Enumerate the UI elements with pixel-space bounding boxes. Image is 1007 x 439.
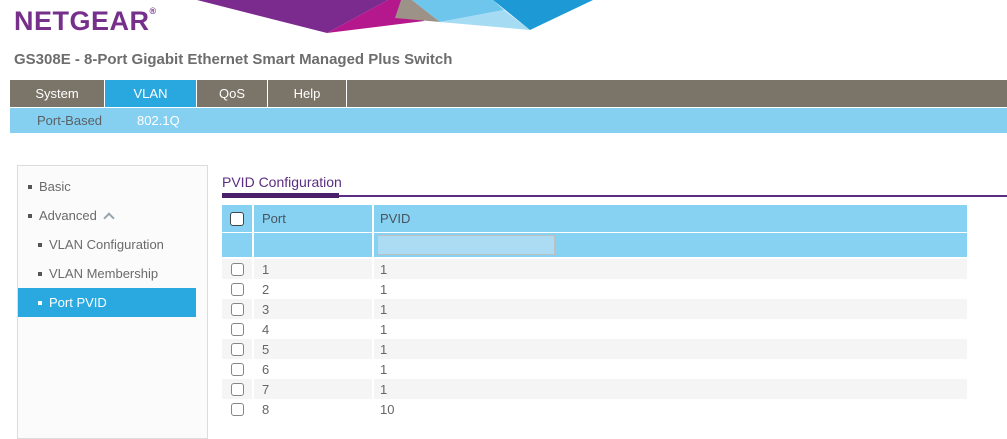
main-nav: System VLAN QoS Help bbox=[10, 80, 1007, 107]
sidebar-item-vlan-membership[interactable]: VLAN Membership bbox=[18, 259, 196, 288]
column-header-port: Port bbox=[254, 205, 372, 232]
table-row: 6 1 bbox=[222, 359, 967, 379]
sidebar-item-advanced[interactable]: Advanced bbox=[18, 201, 196, 230]
port-cell: 5 bbox=[254, 339, 372, 359]
port-cell: 4 bbox=[254, 319, 372, 339]
subnav-port-based[interactable]: Port-Based bbox=[37, 113, 102, 128]
sidebar-item-label: VLAN Configuration bbox=[49, 237, 164, 252]
sidebar-item-label: Basic bbox=[39, 179, 71, 194]
page-title: PVID Configuration bbox=[222, 170, 1007, 190]
subnav-8021q[interactable]: 802.1Q bbox=[137, 113, 180, 128]
pvid-cell: 10 bbox=[374, 399, 967, 419]
sidebar-item-label: VLAN Membership bbox=[49, 266, 158, 281]
tab-vlan[interactable]: VLAN bbox=[105, 80, 197, 107]
pvid-cell: 1 bbox=[374, 259, 967, 279]
main-content: PVID Configuration Port PVID 1 1 2 1 bbox=[222, 170, 1007, 419]
bullet-icon bbox=[38, 272, 42, 276]
table-filter-row bbox=[222, 233, 967, 257]
port-cell: 8 bbox=[254, 399, 372, 419]
sidebar-item-vlan-configuration[interactable]: VLAN Configuration bbox=[18, 230, 196, 259]
row-checkbox[interactable] bbox=[231, 403, 244, 416]
port-cell: 2 bbox=[254, 279, 372, 299]
tab-system[interactable]: System bbox=[10, 80, 105, 107]
table-row: 3 1 bbox=[222, 299, 967, 319]
row-checkbox[interactable] bbox=[231, 283, 244, 296]
row-checkbox[interactable] bbox=[231, 263, 244, 276]
table-header-row: Port PVID bbox=[222, 205, 967, 232]
table-row: 2 1 bbox=[222, 279, 967, 299]
tab-qos[interactable]: QoS bbox=[197, 80, 268, 107]
pvid-input[interactable] bbox=[377, 235, 555, 255]
pvid-table: Port PVID 1 1 2 1 3 1 4 bbox=[222, 205, 967, 419]
column-header-pvid: PVID bbox=[374, 205, 967, 232]
table-row: 5 1 bbox=[222, 339, 967, 359]
table-row: 1 1 bbox=[222, 259, 967, 279]
row-checkbox[interactable] bbox=[231, 383, 244, 396]
pvid-cell: 1 bbox=[374, 319, 967, 339]
pvid-cell: 1 bbox=[374, 299, 967, 319]
pvid-cell: 1 bbox=[374, 279, 967, 299]
pvid-cell: 1 bbox=[374, 359, 967, 379]
tab-help[interactable]: Help bbox=[268, 80, 347, 107]
sidebar-item-port-pvid[interactable]: Port PVID bbox=[18, 288, 196, 317]
sidebar: Basic Advanced VLAN Configuration VLAN M… bbox=[17, 165, 208, 439]
top-banner: NETGEAR® bbox=[0, 0, 1007, 38]
heading-divider bbox=[222, 193, 1007, 201]
bullet-icon bbox=[38, 243, 42, 247]
port-cell: 1 bbox=[254, 259, 372, 279]
pvid-cell: 1 bbox=[374, 339, 967, 359]
registered-mark: ® bbox=[150, 6, 157, 16]
port-cell: 7 bbox=[254, 379, 372, 399]
row-checkbox[interactable] bbox=[231, 323, 244, 336]
table-row: 8 10 bbox=[222, 399, 967, 419]
row-checkbox[interactable] bbox=[231, 343, 244, 356]
chevron-up-icon bbox=[103, 212, 114, 223]
select-all-checkbox[interactable] bbox=[230, 212, 244, 226]
netgear-logo: NETGEAR® bbox=[14, 6, 157, 37]
port-cell: 6 bbox=[254, 359, 372, 379]
bullet-icon bbox=[28, 185, 32, 189]
pvid-cell: 1 bbox=[374, 379, 967, 399]
row-checkbox[interactable] bbox=[231, 303, 244, 316]
table-row: 7 1 bbox=[222, 379, 967, 399]
row-checkbox[interactable] bbox=[231, 363, 244, 376]
sidebar-item-basic[interactable]: Basic bbox=[18, 172, 196, 201]
port-cell: 3 bbox=[254, 299, 372, 319]
vlan-subnav: Port-Based 802.1Q bbox=[10, 108, 1007, 133]
bullet-icon bbox=[28, 214, 32, 218]
sidebar-item-label: Port PVID bbox=[49, 295, 107, 310]
bullet-icon bbox=[38, 301, 42, 305]
table-row: 4 1 bbox=[222, 319, 967, 339]
device-title: GS308E - 8-Port Gigabit Ethernet Smart M… bbox=[14, 51, 452, 68]
sidebar-item-label: Advanced bbox=[39, 208, 97, 223]
